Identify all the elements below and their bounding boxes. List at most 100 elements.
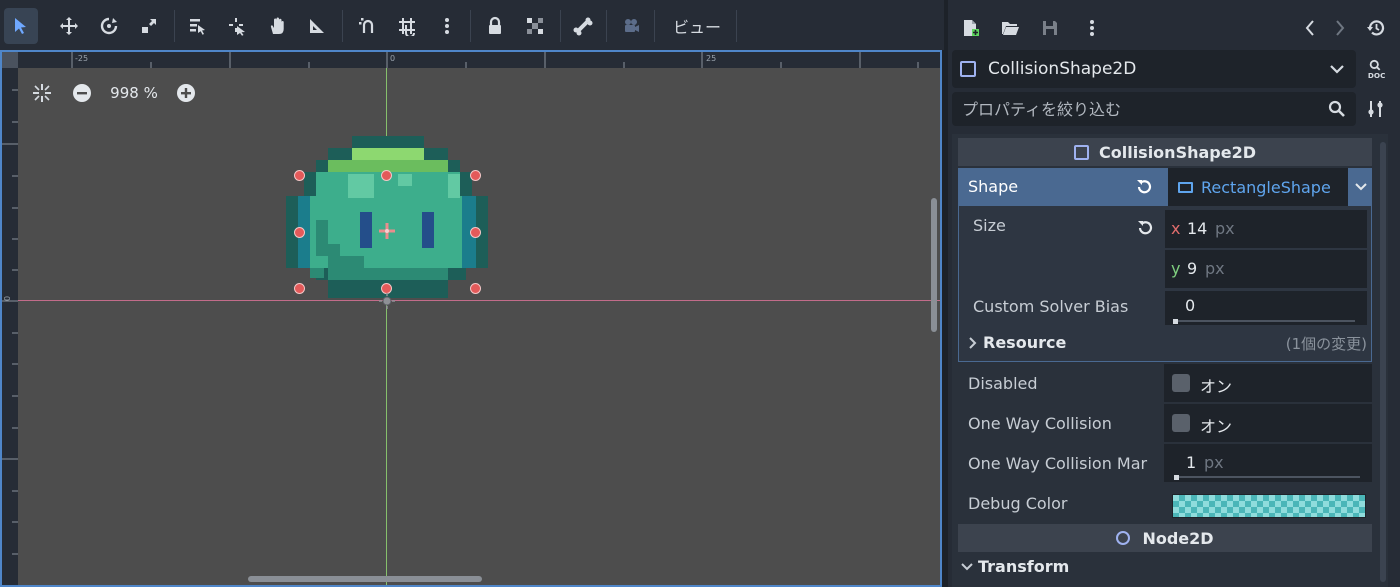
ruler-corner[interactable] [2,52,18,68]
slider-knob[interactable] [1174,475,1179,480]
bone-button[interactable] [566,8,600,44]
svg-text:DOC: DOC [1368,71,1386,79]
toolbar-separator [470,10,471,42]
node2d-icon [1116,531,1131,545]
node-pivot-icon[interactable] [378,222,396,240]
view-menu-button[interactable]: ビュー [662,8,732,44]
zoom-in-button[interactable] [174,81,198,105]
one-way-margin-value: 1 [1186,453,1197,472]
node-selector-dropdown[interactable]: CollisionShape2D [952,50,1356,88]
resize-handle-top-left[interactable] [294,170,305,181]
zoom-reset-button[interactable] [30,81,54,105]
scale-mode-button[interactable] [132,8,166,44]
custom-solver-bias-field[interactable]: 0 [1165,291,1367,325]
one-way-collision-checkbox[interactable] [1172,414,1190,432]
slider-knob[interactable] [1173,319,1178,324]
transform-subsection[interactable]: Transform [958,554,1372,580]
horizontal-scroll-thumb[interactable] [248,576,482,582]
doc-search-icon: DOC [1368,59,1386,79]
size-x-value: 14 [1187,219,1208,238]
open-docs-button[interactable]: DOC [1364,56,1390,82]
x-component-letter: x [1171,219,1181,238]
slider-track[interactable] [1173,320,1355,322]
chevron-left-icon [1305,20,1314,36]
select-mode-button[interactable] [4,8,38,44]
one-way-collision-checkbox-text: オン [1200,417,1233,436]
canvas-world[interactable]: 998 % [18,68,940,585]
zoom-out-button[interactable] [70,81,94,105]
property-filter-field[interactable] [952,92,1356,126]
toolbar-separator [654,10,655,42]
slime-sprite[interactable] [286,136,488,300]
size-x-unit: px [1215,219,1235,238]
resize-handle-bottom-left[interactable] [294,283,305,294]
resource-menu-button[interactable] [1080,16,1104,40]
history-forward-button[interactable] [1328,16,1352,40]
resize-handle-left[interactable] [294,227,305,238]
inspector-settings-button[interactable] [1364,97,1388,121]
ruler-mode-button[interactable] [300,8,334,44]
snap-options-button[interactable] [430,8,464,44]
resize-handle-top[interactable] [381,170,392,181]
grid-snap-button[interactable] [390,8,424,44]
x-axis-line [18,300,940,301]
rotate-mode-button[interactable] [92,8,126,44]
section-collisionshape2d[interactable]: CollisionShape2D [958,138,1372,166]
collision-shape-icon [960,61,976,77]
resize-handle-right[interactable] [470,227,481,238]
horizontal-ruler[interactable]: -25 0 25 [18,52,940,68]
origin-marker-icon [379,293,395,309]
new-resource-button[interactable] [958,16,982,40]
revert-icon[interactable] [1135,218,1155,238]
section-node2d[interactable]: Node2D [958,524,1372,552]
vertical-scrollbar[interactable] [930,70,938,567]
lock-icon [489,16,501,34]
scale-icon [142,19,156,33]
save-resource-button[interactable] [1038,16,1062,40]
disabled-checkbox[interactable] [1172,374,1190,392]
vertical-scroll-thumb[interactable] [931,198,937,332]
property-filter-input[interactable] [962,99,1302,119]
one-way-margin-unit: px [1204,453,1224,472]
property-list: CollisionShape2D Shape RectangleShape Si… [952,134,1388,587]
slider-track[interactable] [1174,476,1360,478]
group-button[interactable] [518,8,552,44]
list-select-button[interactable] [180,8,214,44]
history-back-button[interactable] [1298,16,1322,40]
resize-handle-top-right[interactable] [470,170,481,181]
zoom-level[interactable]: 998 % [94,84,174,102]
canvas-viewport[interactable]: -25 0 25 0 998 % [0,50,942,587]
history-button[interactable] [1364,16,1388,40]
one-way-margin-field[interactable]: 1 px [1164,444,1372,482]
ruler-label: -25 [75,54,89,63]
debug-color-label: Debug Color [968,494,1068,513]
toolbar-separator [606,10,607,42]
camera-button[interactable] [614,8,648,44]
shape-resource-menu[interactable] [1350,168,1372,206]
pan-mode-button[interactable] [260,8,294,44]
revert-icon[interactable] [1134,177,1154,197]
inspector-scrollbar[interactable] [1380,142,1386,582]
open-resource-button[interactable] [998,16,1022,40]
move-mode-button[interactable] [52,8,86,44]
save-icon [1043,21,1057,35]
property-shape[interactable]: Shape RectangleShape [958,168,1372,206]
pivot-mode-button[interactable] [220,8,254,44]
disabled-toggle[interactable]: オン [1164,364,1372,402]
resize-handle-bottom-right[interactable] [470,283,481,294]
size-x-field[interactable]: x 14 px [1165,210,1367,248]
tools-icon [1368,101,1383,117]
smart-snap-button[interactable] [350,8,384,44]
size-y-field[interactable]: y 9 px [1165,250,1367,288]
vertical-ruler[interactable]: 0 [2,68,18,585]
list-select-icon [190,19,205,35]
search-icon [1328,100,1345,117]
one-way-collision-toggle[interactable]: オン [1164,404,1372,442]
shape-resource-button[interactable]: RectangleShape [1168,168,1348,206]
lock-button[interactable] [478,8,512,44]
size-y-value: 9 [1187,259,1198,278]
toolbar-separator [342,10,343,42]
debug-color-swatch[interactable] [1172,494,1366,518]
horizontal-scrollbar[interactable] [20,575,922,583]
resource-subsection[interactable]: Resource (1個の変更) [965,330,1367,356]
